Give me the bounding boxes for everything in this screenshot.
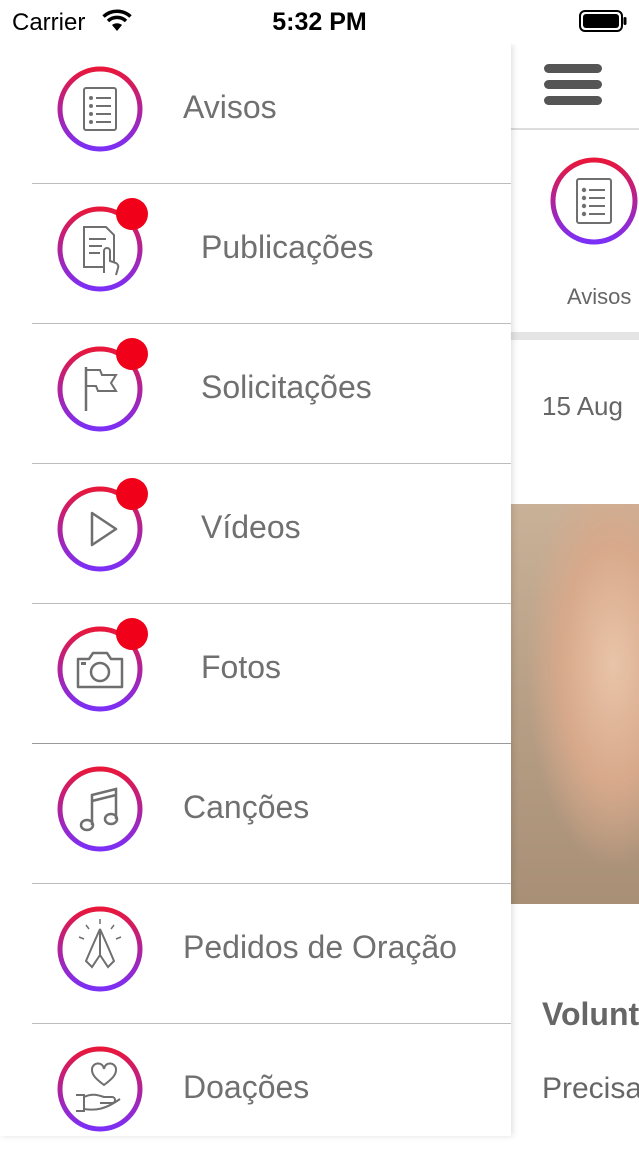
hamburger-menu-icon[interactable] xyxy=(544,64,602,106)
status-bar: Carrier 5:32 PM xyxy=(0,0,639,44)
menu-item-label: Publicações xyxy=(201,229,374,265)
clock: 5:32 PM xyxy=(272,8,367,36)
music-note-icon xyxy=(57,766,143,852)
menu-item-label: Solicitações xyxy=(201,369,372,405)
notification-badge xyxy=(116,478,148,510)
section-separator xyxy=(511,332,639,340)
header-divider xyxy=(511,128,639,130)
menu-item-publicacoes[interactable]: Publicações xyxy=(0,184,511,324)
post-text: Precisa ajudar xyxy=(542,1072,639,1105)
menu-item-label: Doações xyxy=(183,1069,310,1105)
menu-item-label: Pedidos de Oração xyxy=(183,929,457,965)
document-list-icon xyxy=(57,66,143,152)
avisos-tab-icon[interactable] xyxy=(549,156,639,246)
menu-item-label: Vídeos xyxy=(201,509,301,545)
side-menu-drawer: Avisos Publicações Solicitações Vídeos F… xyxy=(0,44,511,1136)
post-date: 15 Aug xyxy=(542,391,623,421)
battery-icon xyxy=(579,10,627,32)
menu-item-fotos[interactable]: Fotos xyxy=(0,604,511,744)
menu-item-solicitacoes[interactable]: Solicitações xyxy=(0,324,511,464)
menu-item-label: Avisos xyxy=(183,89,277,125)
menu-item-videos[interactable]: Vídeos xyxy=(0,464,511,604)
avisos-tab-label: Avisos xyxy=(567,284,632,309)
main-content-behind-drawer: Avisos 15 Aug Volunt Precisa ajudar xyxy=(511,44,639,1136)
menu-item-pedidos-de-oracao[interactable]: Pedidos de Oração xyxy=(0,884,511,1024)
menu-item-avisos[interactable]: Avisos xyxy=(0,44,511,184)
notification-badge xyxy=(116,618,148,650)
menu-item-label: Canções xyxy=(183,789,310,825)
notification-badge xyxy=(116,338,148,370)
menu-item-doacoes[interactable]: Doações xyxy=(0,1024,511,1164)
heart-hand-icon xyxy=(57,1046,143,1132)
praying-hands-icon xyxy=(57,906,143,992)
post-title: Volunt xyxy=(542,996,639,1032)
menu-item-label: Fotos xyxy=(201,649,282,685)
menu-item-cancoes[interactable]: Canções xyxy=(0,744,511,884)
post-photo xyxy=(511,504,639,904)
notification-badge xyxy=(116,198,148,230)
